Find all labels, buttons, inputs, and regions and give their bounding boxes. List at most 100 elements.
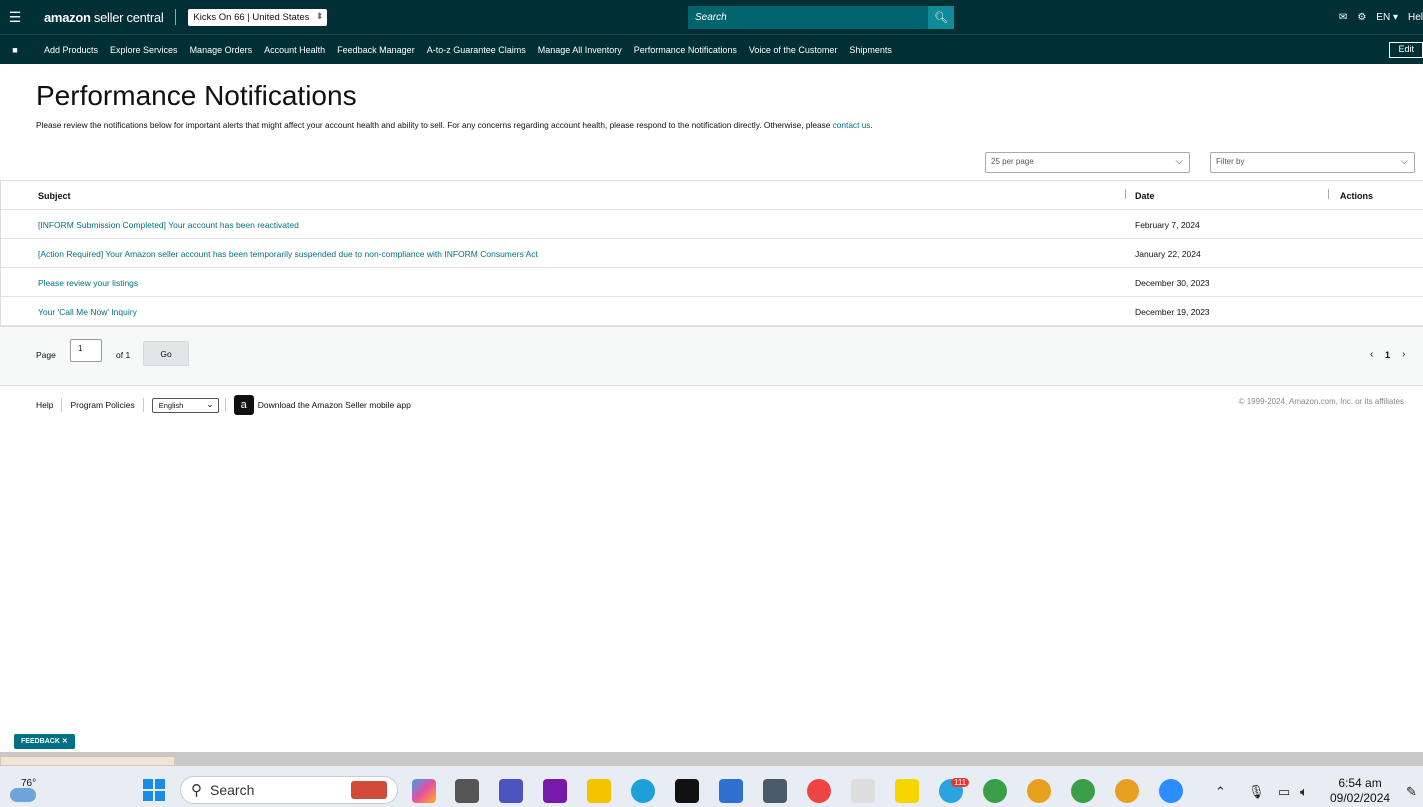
page-description: Please review the notifications below fo… bbox=[36, 120, 873, 130]
seller-central-logo[interactable]: amazon seller central bbox=[44, 10, 164, 25]
notification-subject-link[interactable]: [Action Required] Your Amazon seller acc… bbox=[38, 249, 538, 259]
cloud-icon bbox=[10, 788, 36, 802]
nav-item-a-to-z-claims[interactable]: A-to-z Guarantee Claims bbox=[427, 45, 526, 55]
nav-item-manage-orders[interactable]: Manage Orders bbox=[190, 45, 253, 55]
nav-item-manage-inventory[interactable]: Manage All Inventory bbox=[538, 45, 622, 55]
page-count-label: of 1 bbox=[116, 350, 131, 360]
edit-nav-button[interactable]: Edit bbox=[1389, 42, 1423, 58]
chrome-profile-icon[interactable] bbox=[1115, 779, 1139, 803]
nav-item-add-products[interactable]: Add Products bbox=[44, 45, 98, 55]
search-input[interactable]: Search bbox=[688, 6, 928, 29]
chrome-profile-icon[interactable] bbox=[1071, 779, 1095, 803]
file-explorer-icon[interactable] bbox=[587, 779, 611, 803]
notepad-icon[interactable] bbox=[719, 779, 743, 803]
notification-subject-link[interactable]: Your 'Call Me Now' Inquiry bbox=[38, 307, 137, 317]
contact-us-link[interactable]: contact us bbox=[833, 120, 871, 130]
hamburger-menu-icon[interactable]: ☰ bbox=[0, 9, 30, 26]
windows-taskbar: 76° ⚲ Search 111 ⌃ 🎙︎ ▭ 🔈︎ 6:54 am 09/02… bbox=[0, 766, 1423, 807]
page-label: Page bbox=[36, 350, 56, 360]
notification-icon[interactable]: ✎ bbox=[1406, 784, 1417, 800]
taskbar-search[interactable]: ⚲ Search bbox=[180, 776, 398, 804]
help-link[interactable]: Help bbox=[36, 400, 53, 410]
nav-item-shipments[interactable]: Shipments bbox=[849, 45, 892, 55]
table-row: [Action Required] Your Amazon seller acc… bbox=[1, 239, 1423, 268]
per-page-select[interactable]: 25 per page ⌵ bbox=[985, 152, 1190, 173]
netflix-icon[interactable] bbox=[675, 779, 699, 803]
language-value: English bbox=[158, 400, 184, 410]
chevron-down-icon: ⌵ bbox=[1175, 156, 1183, 167]
footer-language-select[interactable]: English ⌄ bbox=[151, 397, 219, 413]
notification-date: January 22, 2024 bbox=[1135, 249, 1201, 259]
feedback-button[interactable]: FEEDBACK ✕ bbox=[14, 734, 75, 749]
weather-widget[interactable]: 76° bbox=[8, 770, 48, 804]
store-selector[interactable]: Kicks On 66 | United States ⬍ bbox=[188, 8, 328, 26]
onenote-icon[interactable] bbox=[543, 779, 567, 803]
scrollbar-thumb[interactable] bbox=[0, 756, 175, 766]
teams-icon[interactable] bbox=[499, 779, 523, 803]
telegram-badge: 111 bbox=[951, 778, 970, 787]
clock-time: 6:54 am bbox=[1338, 776, 1382, 790]
chevron-up-icon[interactable]: ⌃ bbox=[1215, 784, 1226, 800]
page-number-input[interactable]: 1 bbox=[70, 339, 102, 362]
current-page-number[interactable]: 1 bbox=[1385, 350, 1390, 360]
taskbar-search-label: Search bbox=[210, 782, 255, 798]
nav-items: Add Products Explore Services Manage Ord… bbox=[44, 45, 892, 55]
microphone-icon[interactable]: 🎙︎ bbox=[1248, 784, 1265, 800]
task-view-icon[interactable] bbox=[455, 779, 479, 803]
pagination-bar: Page 1 of 1 Go ‹ 1 › bbox=[0, 326, 1423, 386]
updown-arrow-icon: ⬍ bbox=[315, 10, 324, 21]
filter-by-placeholder: Filter by bbox=[1216, 157, 1245, 166]
zoom-icon[interactable] bbox=[1159, 779, 1183, 803]
copilot-icon[interactable] bbox=[412, 779, 436, 803]
chevron-down-icon: ⌄ bbox=[206, 398, 214, 409]
network-icon[interactable]: ▭ bbox=[1278, 784, 1290, 800]
next-page-icon[interactable]: › bbox=[1402, 349, 1405, 360]
page-title: Performance Notifications bbox=[36, 80, 357, 111]
nav-item-explore-services[interactable]: Explore Services bbox=[110, 45, 178, 55]
horizontal-scrollbar[interactable] bbox=[0, 752, 1423, 766]
notification-date: December 30, 2023 bbox=[1135, 278, 1210, 288]
per-page-value: 25 per page bbox=[991, 157, 1034, 166]
amazon-app-icon[interactable]: a bbox=[233, 395, 254, 415]
temperature: 76° bbox=[21, 778, 37, 789]
sticky-notes-icon[interactable] bbox=[895, 779, 919, 803]
nav-item-feedback-manager[interactable]: Feedback Manager bbox=[337, 45, 415, 55]
chrome-profile-icon[interactable] bbox=[1027, 779, 1051, 803]
prev-page-icon[interactable]: ‹ bbox=[1370, 349, 1373, 360]
table-header-row: Subject Date Actions bbox=[1, 181, 1423, 210]
help-link[interactable]: Hel bbox=[1408, 12, 1423, 23]
page-footer: Help Program Policies English ⌄ a Downlo… bbox=[36, 394, 411, 416]
download-app-link[interactable]: Download the Amazon Seller mobile app bbox=[258, 400, 411, 410]
edge-icon[interactable] bbox=[631, 779, 655, 803]
chrome-icon[interactable] bbox=[807, 779, 831, 803]
table-row: [INFORM Submission Completed] Your accou… bbox=[1, 210, 1423, 239]
notification-subject-link[interactable]: [INFORM Submission Completed] Your accou… bbox=[38, 220, 299, 230]
bookmark-icon[interactable]: ■ bbox=[0, 45, 30, 55]
snipping-tool-icon[interactable] bbox=[851, 779, 875, 803]
system-clock[interactable]: 6:54 am 09/02/2024 bbox=[1330, 776, 1390, 806]
gear-icon[interactable]: ⚙ bbox=[1357, 12, 1366, 23]
nav-item-account-health[interactable]: Account Health bbox=[264, 45, 325, 55]
subject-header[interactable]: Subject bbox=[38, 191, 71, 201]
calculator-icon[interactable] bbox=[763, 779, 787, 803]
divider bbox=[175, 9, 177, 25]
actions-header: Actions bbox=[1340, 191, 1374, 201]
filter-by-select[interactable]: Filter by ⌵ bbox=[1210, 152, 1415, 173]
windows-start-icon[interactable] bbox=[143, 779, 165, 801]
program-policies-link[interactable]: Program Policies bbox=[70, 400, 134, 410]
search-button[interactable]: 🔍︎ bbox=[928, 6, 954, 29]
divider bbox=[61, 398, 63, 412]
nav-item-voice-of-customer[interactable]: Voice of the Customer bbox=[749, 45, 838, 55]
column-divider bbox=[1125, 189, 1126, 199]
nav-item-performance-notifications[interactable]: Performance Notifications bbox=[634, 45, 737, 55]
go-button[interactable]: Go bbox=[143, 341, 189, 366]
date-header[interactable]: Date bbox=[1135, 191, 1155, 201]
notifications-table: Subject Date Actions [INFORM Submission … bbox=[0, 180, 1423, 326]
notification-subject-link[interactable]: Please review your listings bbox=[38, 278, 138, 288]
volume-icon[interactable]: 🔈︎ bbox=[1300, 784, 1308, 800]
notification-date: February 7, 2024 bbox=[1135, 220, 1200, 230]
chrome-profile-icon[interactable] bbox=[983, 779, 1007, 803]
mail-icon[interactable]: ✉ bbox=[1339, 12, 1347, 23]
language-selector[interactable]: EN ▾ bbox=[1376, 12, 1398, 23]
gift-icon bbox=[351, 781, 387, 799]
